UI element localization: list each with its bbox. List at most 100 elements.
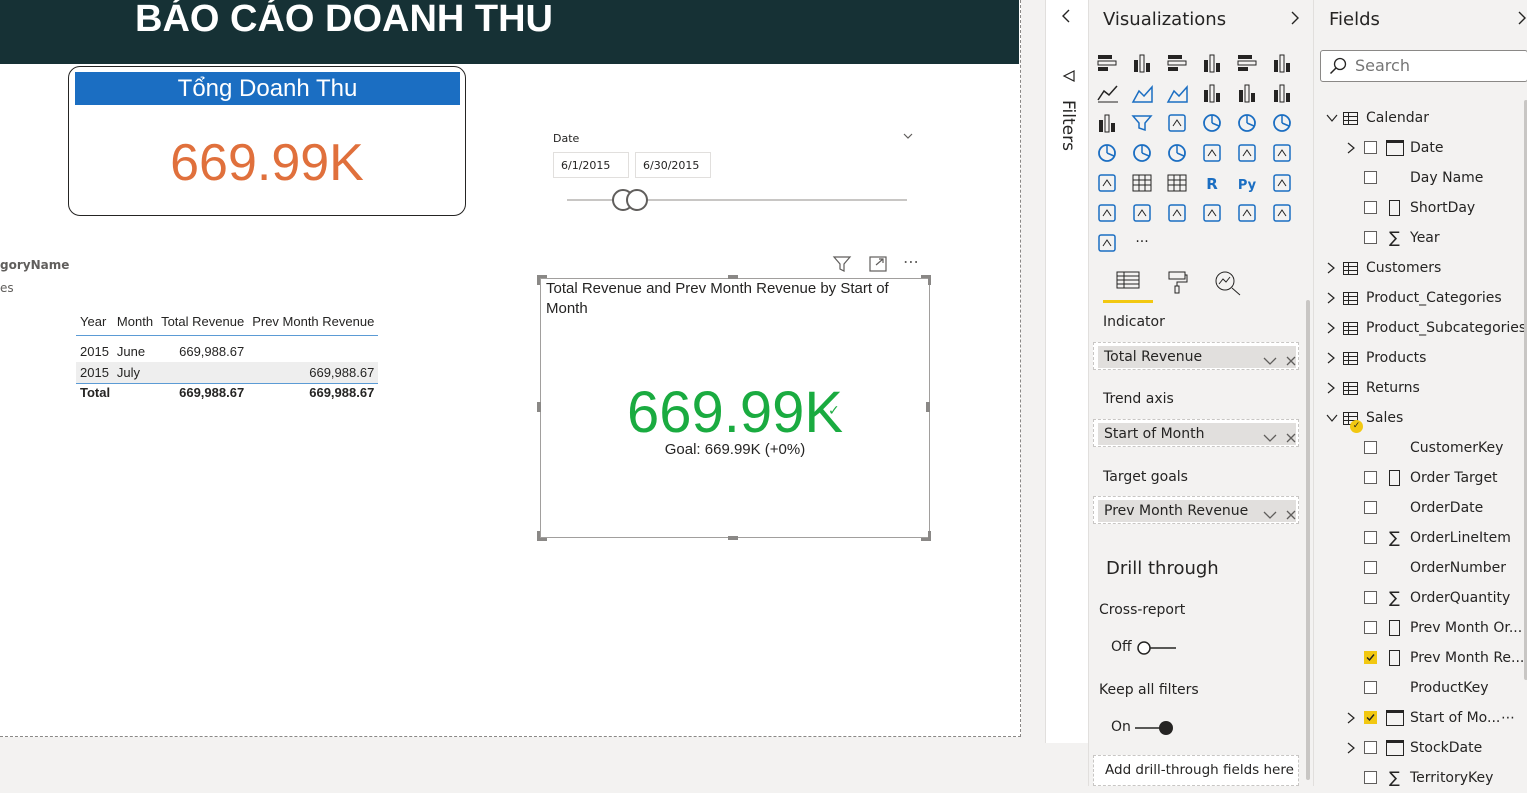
chevron-down-icon[interactable] <box>903 130 913 143</box>
table-node-customers[interactable]: Customers <box>1314 253 1514 283</box>
chevron-down-icon[interactable] <box>1263 428 1277 447</box>
table-node-products[interactable]: Products <box>1314 343 1514 373</box>
collapse-left-icon[interactable] <box>1060 8 1072 28</box>
stacked-column-icon[interactable] <box>1130 52 1154 74</box>
resize-handle-bottom-right[interactable] <box>921 531 931 541</box>
gauge-icon[interactable] <box>1165 142 1189 164</box>
analytics-magnifier-icon[interactable] <box>1214 270 1242 300</box>
search-input[interactable] <box>1355 56 1515 75</box>
resize-handle-right[interactable] <box>926 402 930 412</box>
fields-search-box[interactable] <box>1320 50 1527 82</box>
field-checkbox[interactable] <box>1364 591 1377 604</box>
field-item-prev-month-re[interactable]: Prev Month Re... <box>1314 643 1524 673</box>
pie-chart-icon[interactable] <box>1200 112 1224 134</box>
remove-field-close-icon[interactable] <box>1286 351 1296 370</box>
drill-through-drop-area[interactable]: Add drill-through fields here <box>1093 755 1299 786</box>
field-checkbox[interactable] <box>1364 471 1377 484</box>
filters-pane-label[interactable]: Filters <box>1058 100 1078 151</box>
more-options-icon[interactable]: ⋯ <box>1501 710 1515 726</box>
decomposition-tree-icon[interactable] <box>1095 202 1119 224</box>
clustered-bar-icon[interactable] <box>1165 52 1189 74</box>
field-checkbox[interactable] <box>1364 681 1377 694</box>
100-bar-icon[interactable] <box>1235 52 1259 74</box>
field-item-orderdate[interactable]: OrderDate <box>1314 493 1514 523</box>
chevron-right-icon[interactable] <box>1326 352 1336 364</box>
field-checkbox[interactable] <box>1364 441 1377 454</box>
resize-handle-bottom[interactable] <box>728 536 738 540</box>
collapse-right-icon[interactable] <box>1516 10 1527 30</box>
field-item-start-of-mo[interactable]: Start of Mo... <box>1314 703 1514 733</box>
slicer-icon[interactable] <box>1095 172 1119 194</box>
power-automate-icon[interactable] <box>1270 202 1294 224</box>
field-checkbox[interactable] <box>1364 741 1377 754</box>
field-item-customerkey[interactable]: CustomerKey <box>1314 433 1514 463</box>
chevron-right-icon[interactable] <box>1346 742 1356 754</box>
table-row[interactable]: 2015 June 669,988.67 <box>76 336 378 363</box>
chevron-down-icon[interactable] <box>1263 505 1277 524</box>
kpi-icon[interactable] <box>1270 142 1294 164</box>
resize-handle-top-right[interactable] <box>921 275 931 285</box>
field-checkbox[interactable] <box>1364 501 1377 514</box>
line-clustered-column-icon[interactable] <box>1235 82 1259 104</box>
field-item-shortday[interactable]: ShortDay <box>1314 193 1514 223</box>
100-column-icon[interactable] <box>1270 52 1294 74</box>
table-node-product-categories[interactable]: Product_Categories <box>1314 283 1514 313</box>
key-influencers-icon[interactable] <box>1270 172 1294 194</box>
waterfall-icon[interactable] <box>1095 112 1119 134</box>
chevron-right-icon[interactable] <box>1326 382 1336 394</box>
ribbon-chart-icon[interactable] <box>1270 82 1294 104</box>
chevron-right-icon[interactable] <box>1346 142 1356 154</box>
kpi-visual[interactable]: Total Revenue and Prev Month Revenue by … <box>540 278 930 538</box>
r-visual-icon[interactable]: R <box>1200 172 1224 194</box>
table-node-calendar[interactable]: Calendar <box>1314 103 1514 133</box>
clustered-column-icon[interactable] <box>1200 52 1224 74</box>
chevron-right-icon[interactable] <box>1326 262 1336 274</box>
table-node-returns[interactable]: Returns <box>1314 373 1514 403</box>
smart-narrative-icon[interactable] <box>1165 202 1189 224</box>
fields-tab-icon[interactable] <box>1116 270 1140 296</box>
chevron-down-icon[interactable] <box>1326 113 1338 123</box>
field-item-day-name[interactable]: Day Name <box>1314 163 1514 193</box>
col-header-total-revenue[interactable]: Total Revenue <box>157 312 249 336</box>
arrow-visual-icon[interactable] <box>1095 232 1119 254</box>
slicer-start-date-input[interactable]: 6/1/2015 <box>553 152 629 178</box>
field-checkbox[interactable] <box>1364 231 1377 244</box>
multirow-card-icon[interactable] <box>1235 142 1259 164</box>
field-item-orderlineitem[interactable]: ∑ OrderLineItem <box>1314 523 1514 553</box>
chevron-down-icon[interactable] <box>1326 413 1338 423</box>
field-item-order-target[interactable]: Order Target <box>1314 463 1514 493</box>
paginated-report-icon[interactable] <box>1200 202 1224 224</box>
field-checkbox[interactable] <box>1364 621 1377 634</box>
scatter-icon[interactable] <box>1165 112 1189 134</box>
field-checkbox[interactable] <box>1364 531 1377 544</box>
stacked-area-icon[interactable] <box>1165 82 1189 104</box>
field-checkbox[interactable] <box>1364 711 1377 724</box>
map-icon[interactable] <box>1095 142 1119 164</box>
matrix-icon[interactable] <box>1165 172 1189 194</box>
line-column-icon[interactable] <box>1200 82 1224 104</box>
field-checkbox[interactable] <box>1364 561 1377 574</box>
field-item-productkey[interactable]: ProductKey <box>1314 673 1514 703</box>
slider-end-handle[interactable] <box>626 189 648 211</box>
table-icon[interactable] <box>1130 172 1154 194</box>
focus-mode-icon[interactable] <box>868 255 888 277</box>
stacked-bar-icon[interactable] <box>1095 52 1119 74</box>
power-apps-icon[interactable] <box>1235 202 1259 224</box>
resize-handle-top-left[interactable] <box>537 275 547 285</box>
col-header-year[interactable]: Year <box>76 312 113 336</box>
more-icon[interactable]: ··· <box>1130 232 1154 254</box>
total-revenue-card[interactable]: Tổng Doanh Thu 669.99K <box>68 66 466 216</box>
field-checkbox[interactable] <box>1364 171 1377 184</box>
line-chart-icon[interactable] <box>1095 82 1119 104</box>
treemap-icon[interactable] <box>1270 112 1294 134</box>
qa-icon[interactable] <box>1130 202 1154 224</box>
keep-all-filters-toggle[interactable] <box>1133 720 1175 740</box>
field-item-date[interactable]: Date <box>1314 133 1514 163</box>
python-visual-icon[interactable]: Py <box>1235 172 1259 194</box>
field-item-ordernumber[interactable]: OrderNumber <box>1314 553 1514 583</box>
field-item-prev-month-or[interactable]: Prev Month Or... <box>1314 613 1522 643</box>
card-icon[interactable] <box>1200 142 1224 164</box>
slicer-end-date-input[interactable]: 6/30/2015 <box>635 152 711 178</box>
revenue-matrix[interactable]: Year Month Total Revenue Prev Month Reve… <box>76 312 379 403</box>
filter-icon[interactable] <box>832 255 852 277</box>
